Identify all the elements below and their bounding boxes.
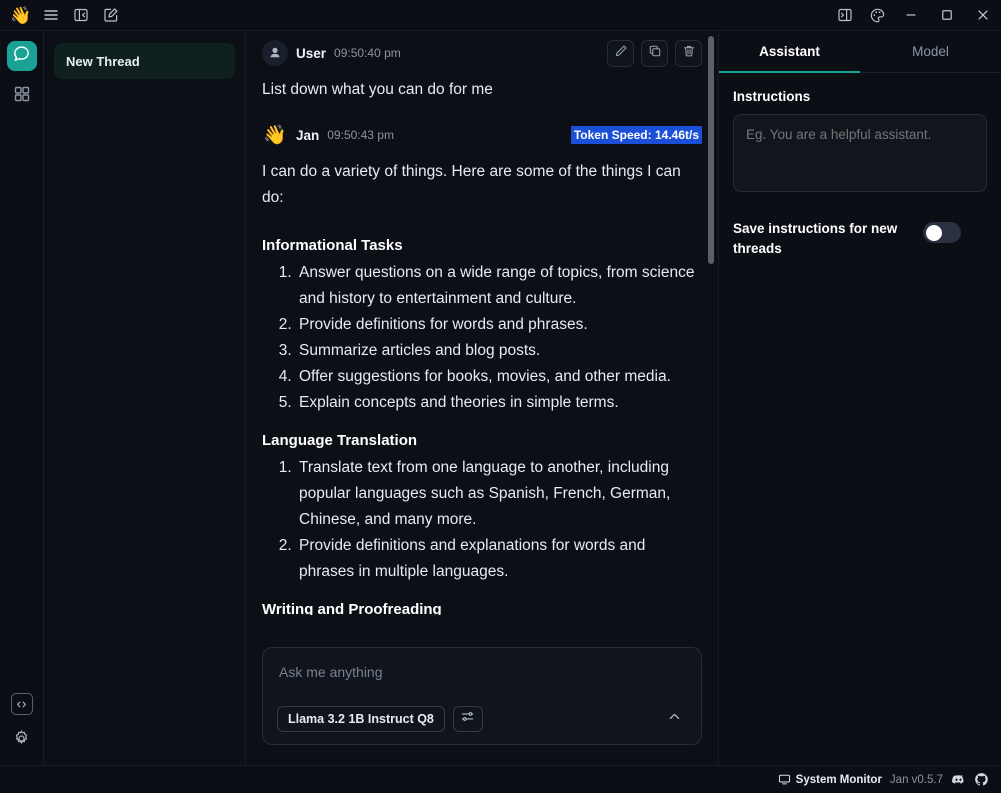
gear-settings-icon[interactable] <box>12 729 31 753</box>
token-speed-badge: Token Speed: 14.46t/s <box>570 126 702 144</box>
instructions-input[interactable] <box>733 114 987 192</box>
right-panel-tabs: Assistant Model <box>719 31 1001 73</box>
discord-icon[interactable] <box>951 772 966 787</box>
message-input[interactable]: Ask me anything <box>277 662 687 706</box>
delete-message-button[interactable] <box>675 39 702 67</box>
message-timestamp: 09:50:40 pm <box>334 46 401 60</box>
system-monitor-button[interactable]: System Monitor <box>778 773 882 786</box>
system-monitor-icon <box>778 773 791 786</box>
titlebar-left-controls: 👋 <box>8 3 124 27</box>
section-heading-writing-and-proofreading: Writing and Proofreading <box>262 601 442 615</box>
app-window: 👋 New Thread User 09:50:40 pm List down … <box>0 0 1001 793</box>
model-settings-button[interactable] <box>452 706 483 732</box>
rail-item-chat[interactable] <box>6 41 37 71</box>
close-icon[interactable] <box>965 0 1001 30</box>
code-brackets-icon[interactable] <box>10 693 33 715</box>
tab-assistant-label: Assistant <box>759 44 820 59</box>
right-panel-body: Instructions Save instructions for new t… <box>719 73 1001 275</box>
grid-apps-icon <box>13 85 31 108</box>
copy-icon <box>648 44 662 63</box>
edit-message-button[interactable] <box>607 39 634 67</box>
list-item: Explain concepts and theories in simple … <box>296 390 702 416</box>
new-thread-compose-icon[interactable] <box>98 3 124 27</box>
copy-message-button[interactable] <box>641 39 668 67</box>
assistant-intro-text: I can do a variety of things. Here are s… <box>262 163 681 206</box>
pencil-icon <box>614 44 628 63</box>
message-sender: Jan <box>296 127 320 143</box>
chat-scrollbar-thumb[interactable] <box>708 36 714 264</box>
list-item: Offer suggestions for books, movies, and… <box>296 364 702 390</box>
list-item: Provide definitions and explanations for… <box>296 533 702 585</box>
github-icon[interactable] <box>974 772 989 787</box>
chat-scroll-area[interactable]: User 09:50:40 pm List down what you can … <box>246 31 718 641</box>
chat-bubble-icon <box>12 44 31 68</box>
statusbar: System Monitor Jan v0.5.7 <box>0 765 1001 793</box>
chat-scrollbar[interactable] <box>707 31 715 641</box>
thread-title: New Thread <box>66 53 140 69</box>
section-heading-informational-tasks: Informational Tasks <box>262 237 403 254</box>
tab-model[interactable]: Model <box>860 31 1001 72</box>
waving-hand-icon: 👋 <box>10 5 32 25</box>
list-item: Provide definitions for words and phrase… <box>296 312 702 338</box>
message-sender: User <box>296 45 327 61</box>
message-header: 👋 Jan 09:50:43 pm Token Speed: 14.46t/s <box>262 113 702 157</box>
palette-theme-icon[interactable] <box>861 0 893 30</box>
assistant-avatar-icon: 👋 <box>263 125 287 146</box>
message-body: List down what you can do for me <box>262 81 493 98</box>
section-list-language-translation: Translate text from one language to anot… <box>282 455 702 585</box>
threads-sidebar: New Thread <box>44 31 246 765</box>
model-selector-label: Llama 3.2 1B Instruct Q8 <box>288 712 434 726</box>
message-header: User 09:50:40 pm <box>262 31 702 75</box>
app-body: New Thread User 09:50:40 pm List down wh… <box>0 31 1001 765</box>
maximize-icon[interactable] <box>929 0 965 30</box>
right-panel: Assistant Model Instructions Save instru… <box>718 31 1001 765</box>
composer: Ask me anything Llama 3.2 1B Instruct Q8 <box>262 647 702 745</box>
left-rail <box>0 31 44 765</box>
titlebar: 👋 <box>0 0 1001 31</box>
toggle-right-panel-icon[interactable] <box>829 0 861 30</box>
message-actions <box>607 39 702 67</box>
instructions-label: Instructions <box>733 89 811 104</box>
system-monitor-label: System Monitor <box>795 773 882 786</box>
titlebar-right-controls <box>829 0 1001 30</box>
toggle-knob <box>926 224 942 241</box>
section-list-informational-tasks: Answer questions on a wide range of topi… <box>282 260 702 416</box>
chat-message-assistant: 👋 Jan 09:50:43 pm Token Speed: 14.46t/s … <box>262 113 702 615</box>
tab-assistant[interactable]: Assistant <box>719 31 860 73</box>
save-instructions-toggle[interactable] <box>923 222 961 243</box>
list-item: Summarize articles and blog posts. <box>296 338 702 364</box>
section-heading-language-translation: Language Translation <box>262 432 418 449</box>
message-timestamp: 09:50:43 pm <box>327 128 394 142</box>
composer-wrapper: Ask me anything Llama 3.2 1B Instruct Q8 <box>246 641 718 765</box>
trash-icon <box>682 44 696 63</box>
composer-collapse-button[interactable] <box>661 707 687 731</box>
list-item: Translate text from one language to anot… <box>296 455 702 533</box>
tab-model-label: Model <box>912 44 949 59</box>
rail-item-apps[interactable] <box>7 81 37 111</box>
model-selector-button[interactable]: Llama 3.2 1B Instruct Q8 <box>277 706 445 732</box>
rail-bottom-group <box>10 693 33 753</box>
save-instructions-row: Save instructions for new threads <box>733 219 987 259</box>
chevron-up-icon <box>667 709 682 729</box>
sliders-settings-icon <box>460 709 475 729</box>
user-avatar-icon <box>262 40 288 66</box>
chat-column: User 09:50:40 pm List down what you can … <box>246 31 718 765</box>
hamburger-menu-icon[interactable] <box>38 3 64 27</box>
composer-toolbar: Llama 3.2 1B Instruct Q8 <box>277 706 687 732</box>
collapse-left-panel-icon[interactable] <box>68 3 94 27</box>
thread-item-new-thread[interactable]: New Thread <box>54 43 235 79</box>
list-item: Answer questions on a wide range of topi… <box>296 260 702 312</box>
app-version-label: Jan v0.5.7 <box>889 773 943 786</box>
minimize-icon[interactable] <box>893 0 929 30</box>
save-instructions-label: Save instructions for new threads <box>733 221 898 256</box>
chat-message-user: User 09:50:40 pm List down what you can … <box>262 31 702 113</box>
